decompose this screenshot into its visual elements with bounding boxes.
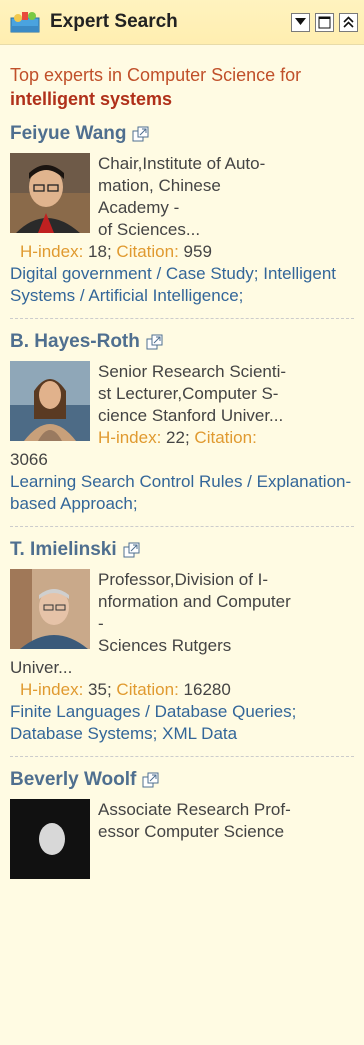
expert-name-link[interactable]: T. Imielinski	[10, 539, 117, 561]
expert-search-panel: Expert Search Top experts in Computer Sc…	[0, 0, 364, 1045]
dropdown-icon[interactable]	[291, 12, 310, 32]
external-link-icon[interactable]	[146, 334, 163, 351]
results-intro: Top experts in Computer Science for inte…	[0, 45, 364, 111]
expert-topics[interactable]: Digital government / Case Study; Intelli…	[10, 263, 354, 307]
external-link-icon[interactable]	[142, 772, 159, 789]
expert-search-icon	[10, 12, 40, 33]
expert-photo[interactable]	[10, 569, 90, 649]
panel-title: Expert Search	[50, 11, 178, 32]
citation-label: Citation:	[116, 680, 179, 699]
hindex-value: 35;	[88, 680, 112, 699]
citation-value: 3066	[10, 450, 48, 469]
citation-label: Citation:	[116, 242, 179, 261]
maximize-icon[interactable]	[315, 12, 334, 32]
expert-photo[interactable]	[10, 361, 90, 441]
expert-card: B. Hayes-Roth Senior Research Scienti- s…	[0, 331, 364, 527]
expert-name[interactable]: Feiyue Wang	[10, 123, 354, 145]
external-link-icon[interactable]	[123, 542, 140, 559]
citation-label: Citation:	[194, 428, 257, 447]
citation-value: 959	[183, 242, 212, 261]
expert-topics[interactable]: Learning Search Control Rules / Explanat…	[10, 471, 354, 515]
panel-header: Expert Search	[0, 0, 364, 45]
collapse-icon[interactable]	[339, 12, 358, 32]
hindex-value: 18;	[88, 242, 112, 261]
expert-photo[interactable]	[10, 153, 90, 233]
bio-line: Univer...	[10, 658, 73, 677]
citation-value: 16280	[183, 680, 231, 699]
expert-stats: H-index: 35; Citation: 16280	[10, 679, 354, 701]
expert-card: Beverly Woolf Associate Research Prof- e…	[0, 769, 364, 879]
expert-stats: H-index: 18; Citation: 959	[10, 241, 354, 263]
expert-card: Feiyue Wang Chair,Institute of Auto- mat…	[0, 123, 364, 319]
expert-name-link[interactable]: Beverly Woolf	[10, 769, 136, 791]
divider	[10, 525, 354, 527]
expert-topics[interactable]: Finite Languages / Database Queries; Dat…	[10, 701, 354, 745]
expert-name[interactable]: Beverly Woolf	[10, 769, 354, 791]
hindex-label: H-index:	[20, 242, 84, 261]
expert-name-link[interactable]: Feiyue Wang	[10, 123, 126, 145]
divider	[10, 755, 354, 757]
intro-prefix: Top experts in Computer Science for	[10, 65, 302, 85]
divider	[10, 317, 354, 319]
expert-photo[interactable]	[10, 799, 90, 879]
external-link-icon[interactable]	[132, 126, 149, 143]
hindex-value: 22;	[166, 428, 190, 447]
expert-name-link[interactable]: B. Hayes-Roth	[10, 331, 140, 353]
expert-card: T. Imielinski Professor,Division of I- n…	[0, 539, 364, 757]
hindex-label: H-index:	[20, 680, 84, 699]
expert-name[interactable]: B. Hayes-Roth	[10, 331, 354, 353]
hindex-label: H-index:	[98, 428, 162, 447]
query-term: intelligent systems	[10, 89, 173, 109]
expert-name[interactable]: T. Imielinski	[10, 539, 354, 561]
